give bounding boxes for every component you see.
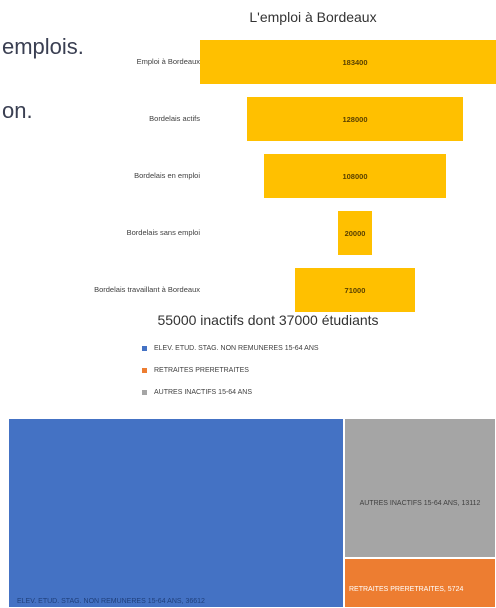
legend-label: AUTRES INACTIFS 15-64 ANS: [154, 389, 253, 396]
funnel-bar: 71000: [294, 268, 415, 312]
funnel-category-label: Bordelais sans emploi: [126, 228, 200, 237]
funnel-category-label: Emploi à Bordeaux: [136, 57, 200, 66]
legend-entry: RETRAITES PRERETRAITES: [142, 367, 249, 374]
funnel-bar: 108000: [263, 154, 447, 198]
legend-swatch: [142, 390, 147, 395]
funnel-bar: 20000: [338, 211, 372, 255]
legend-entry: AUTRES INACTIFS 15-64 ANS: [142, 389, 252, 396]
funnel-value-label: 183400: [342, 57, 368, 67]
funnel-value-label: 128000: [342, 114, 368, 124]
treemap-cell-retraites: RETRAITES PRERETRAITES, 5724: [344, 558, 496, 608]
funnel-chart-title: L'emploi à Bordeaux: [249, 9, 377, 25]
funnel-category-label: Bordelais en emploi: [134, 171, 200, 180]
slide-text-fragment: entre: [2, 0, 48, 1]
funnel-value-label: 20000: [344, 228, 366, 238]
funnel-category-label: Bordelais travaillant à Bordeaux: [94, 285, 200, 294]
treemap-label-etudiants: ELEV. ETUD. STAG. NON REMUNERES 15-64 AN…: [17, 598, 205, 605]
funnel-bar: 128000: [246, 97, 464, 141]
treemap-label-retraites: RETRAITES PRERETRAITES, 5724: [349, 586, 464, 593]
legend-swatch: [142, 368, 147, 373]
funnel-value-label: 108000: [342, 171, 368, 181]
slide-text-fragment: on.: [2, 98, 33, 123]
treemap-chart-title: 55000 inactifs dont 37000 étudiants: [157, 312, 379, 328]
treemap-cell-etudiants: ELEV. ETUD. STAG. NON REMUNERES 15-64 AN…: [8, 418, 344, 608]
slide-text-fragment: emplois.: [2, 34, 84, 59]
legend-swatch: [142, 346, 147, 351]
treemap-label-autres-inactifs: AUTRES INACTIFS 15-64 ANS, 13112: [359, 500, 481, 507]
funnel-category-label: Bordelais actifs: [149, 114, 200, 123]
legend-entry: ELEV. ETUD. STAG. NON REMUNERES 15-64 AN…: [142, 345, 319, 352]
legend-label: RETRAITES PRERETRAITES: [154, 367, 249, 374]
funnel-bar: 183400: [200, 40, 496, 84]
treemap-cell-autres-inactifs: AUTRES INACTIFS 15-64 ANS, 13112: [344, 418, 496, 558]
legend-label: ELEV. ETUD. STAG. NON REMUNERES 15-64 AN…: [154, 345, 319, 352]
funnel-value-label: 71000: [344, 285, 366, 295]
